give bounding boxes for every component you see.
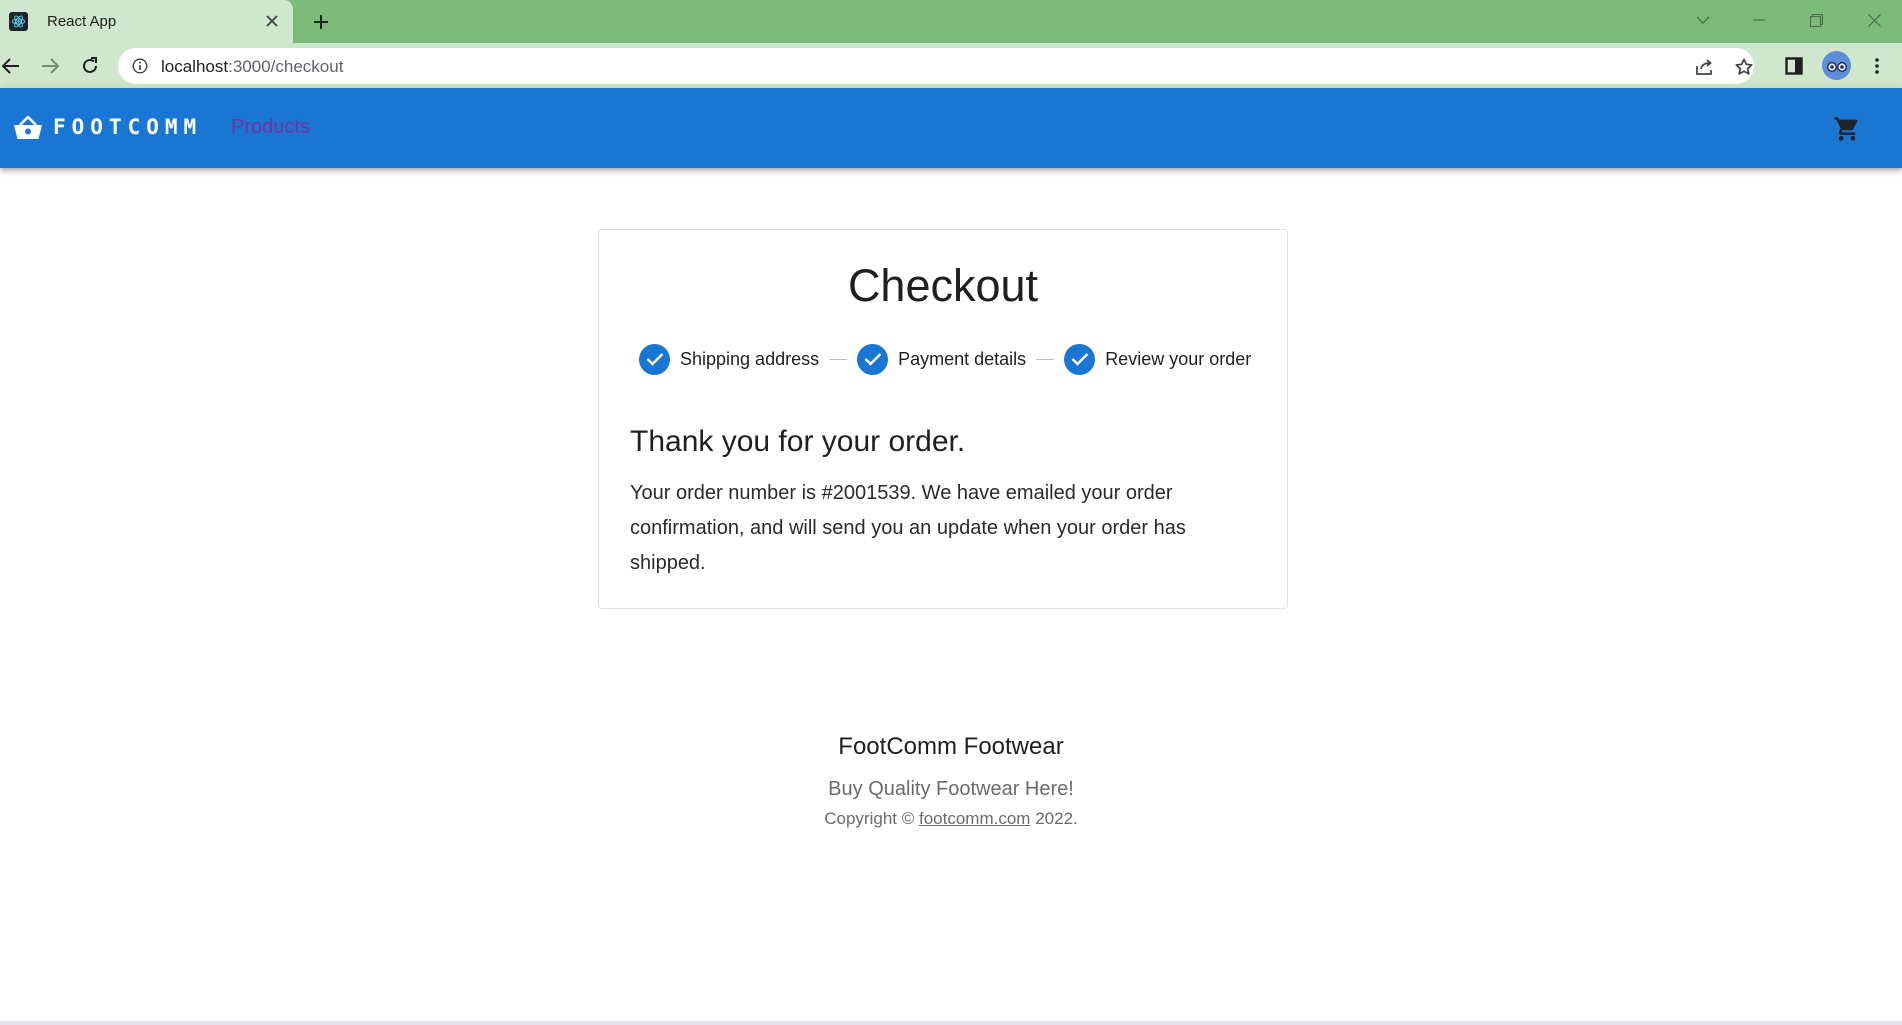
tab-title: React App bbox=[47, 13, 117, 30]
reload-icon[interactable] bbox=[75, 51, 105, 81]
shopping-cart-icon[interactable] bbox=[1830, 112, 1864, 146]
side-panel-icon[interactable] bbox=[1779, 51, 1809, 81]
thank-you-heading: Thank you for your order. bbox=[630, 425, 966, 458]
url-text: localhost:3000/checkout bbox=[161, 57, 343, 77]
check-circle-icon bbox=[1064, 343, 1096, 375]
close-window-icon[interactable] bbox=[1855, 5, 1893, 35]
page-title: Checkout bbox=[847, 260, 1039, 311]
step-label: Shipping address bbox=[680, 348, 820, 369]
minimize-icon[interactable] bbox=[1740, 5, 1778, 35]
footer-site-link[interactable]: footcomm.com bbox=[919, 809, 1030, 828]
browser-tab[interactable]: React App bbox=[0, 0, 293, 43]
footer: FootComm Footwear Buy Quality Footwear H… bbox=[0, 733, 1902, 829]
checkout-stepper: Shipping address Payment details Review … bbox=[639, 343, 1251, 375]
shopping-basket-icon[interactable] bbox=[13, 115, 43, 141]
footer-copyright: Copyright © footcomm.com 2022. bbox=[0, 809, 1902, 829]
footer-tagline: Buy Quality Footwear Here! bbox=[828, 778, 1074, 800]
restore-icon[interactable] bbox=[1797, 5, 1835, 35]
address-bar[interactable]: localhost:3000/checkout bbox=[118, 48, 1754, 84]
step-connector bbox=[829, 358, 848, 360]
tab-search-chevron-icon[interactable] bbox=[1684, 5, 1722, 35]
step-review-order: Review your order bbox=[1064, 343, 1252, 375]
check-circle-icon bbox=[857, 343, 889, 375]
arrow-right-icon[interactable] bbox=[35, 51, 65, 81]
brand-name[interactable]: FOOTCOMM bbox=[53, 115, 202, 139]
new-tab-button[interactable] bbox=[307, 8, 335, 36]
arrow-left-icon[interactable] bbox=[0, 51, 26, 81]
url-path: :3000/checkout bbox=[228, 57, 344, 76]
browser-toolbar: localhost:3000/checkout bbox=[0, 43, 1902, 88]
order-confirmation-message: Your order number is #2001539. We have e… bbox=[630, 482, 1186, 574]
bottom-strip bbox=[0, 1021, 1902, 1025]
step-label: Review your order bbox=[1105, 348, 1252, 369]
app-bar: FOOTCOMM Products bbox=[0, 88, 1902, 168]
copyright-prefix: Copyright © bbox=[824, 809, 915, 828]
check-circle-icon bbox=[639, 343, 670, 375]
close-tab-icon[interactable] bbox=[261, 10, 283, 32]
copyright-year: 2022. bbox=[1035, 809, 1078, 828]
nav-link-products[interactable]: Products bbox=[231, 116, 310, 139]
step-connector bbox=[1036, 358, 1055, 360]
browser-tab-bar: React App bbox=[0, 0, 1902, 43]
star-icon[interactable] bbox=[1731, 54, 1757, 80]
url-host: localhost bbox=[161, 57, 229, 76]
checkout-card: Checkout Shipping address Payment detail… bbox=[598, 229, 1288, 609]
info-icon[interactable] bbox=[130, 56, 150, 76]
footer-title: FootComm Footwear bbox=[838, 733, 1064, 760]
step-shipping-address: Shipping address bbox=[639, 343, 820, 375]
step-label: Payment details bbox=[898, 348, 1027, 369]
react-icon bbox=[9, 12, 28, 31]
profile-avatar[interactable] bbox=[1822, 51, 1851, 80]
kebab-menu-icon[interactable] bbox=[1862, 51, 1892, 81]
share-icon[interactable] bbox=[1691, 54, 1717, 80]
step-payment-details: Payment details bbox=[857, 343, 1027, 375]
